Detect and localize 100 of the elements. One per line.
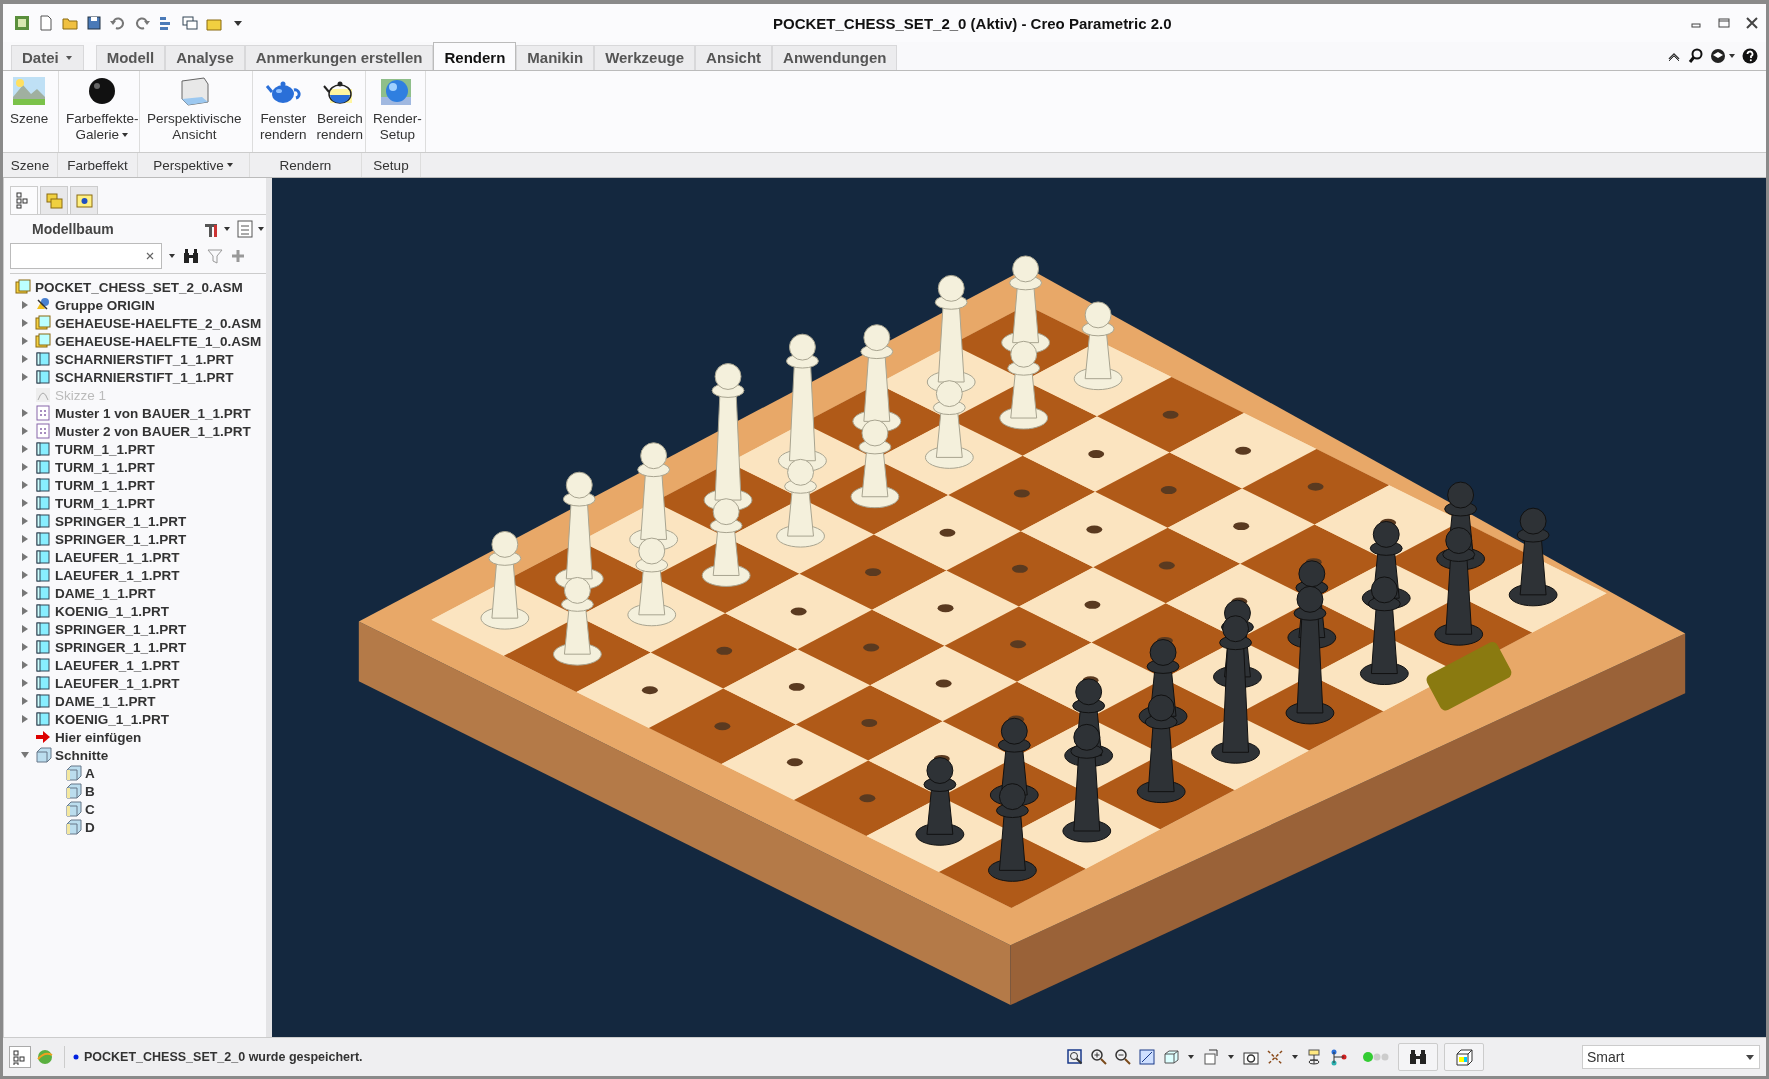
tree-item[interactable]: GEHAEUSE-HAELFTE_1_0.ASM xyxy=(55,333,262,349)
ribbon-tab[interactable]: Rendern xyxy=(433,42,517,70)
collapsed-arrow-icon[interactable] xyxy=(20,570,30,580)
maximize-icon[interactable] xyxy=(1716,15,1732,31)
close-icon[interactable] xyxy=(1744,15,1760,31)
3d-viewport[interactable] xyxy=(272,178,1766,1037)
clear-icon[interactable] xyxy=(145,251,155,261)
group-label-button[interactable]: Farbeffekt xyxy=(58,153,138,177)
ribbon-tab[interactable]: Werkzeuge xyxy=(594,45,696,70)
tree-item[interactable]: Hier einfügen xyxy=(55,729,142,745)
ribbon-tab[interactable]: Analyse xyxy=(165,45,245,70)
ribbon-button[interactable]: Render- Setup xyxy=(368,71,427,152)
collapsed-arrow-icon[interactable] xyxy=(20,678,30,688)
connector-icon[interactable] xyxy=(1330,1048,1348,1066)
selection-filter-dropdown[interactable]: Smart xyxy=(1582,1045,1760,1069)
tree-item[interactable]: A xyxy=(85,765,95,781)
ribbon-tab[interactable]: Manikin xyxy=(516,45,595,70)
ribbon-tab[interactable]: Ansicht xyxy=(695,45,773,70)
save-icon[interactable] xyxy=(85,14,103,32)
tree-item[interactable]: TURM_1_1.PRT xyxy=(55,459,155,475)
tree-item[interactable]: Gruppe ORIGIN xyxy=(55,297,155,313)
tree-toggle-button[interactable] xyxy=(9,1046,31,1068)
ribbon-button[interactable]: Fenster rendern xyxy=(255,71,312,152)
collapsed-arrow-icon[interactable] xyxy=(20,336,30,346)
tree-item[interactable]: LAEUFER_1_1.PRT xyxy=(55,549,180,565)
collapsed-arrow-icon[interactable] xyxy=(20,588,30,598)
expanded-arrow-icon[interactable] xyxy=(20,750,30,760)
collapsed-arrow-icon[interactable] xyxy=(20,714,30,724)
ribbon-button[interactable]: Perspektivische Ansicht xyxy=(142,71,247,152)
tree-item[interactable]: LAEUFER_1_1.PRT xyxy=(55,657,180,673)
collapsed-arrow-icon[interactable] xyxy=(20,606,30,616)
search-field[interactable] xyxy=(10,243,162,269)
ribbon-tab[interactable]: Modell xyxy=(95,45,166,70)
panel-tab[interactable] xyxy=(10,186,38,214)
collapsed-arrow-icon[interactable] xyxy=(20,480,30,490)
cube-icon[interactable] xyxy=(1162,1048,1180,1066)
list-settings-icon[interactable] xyxy=(236,219,266,239)
add-icon[interactable] xyxy=(230,248,246,264)
tree-item[interactable]: SCHARNIERSTIFT_1_1.PRT xyxy=(55,369,234,385)
zoom-out-icon[interactable] xyxy=(1114,1048,1132,1066)
collapsed-arrow-icon[interactable] xyxy=(20,426,30,436)
tree-item[interactable]: TURM_1_1.PRT xyxy=(55,441,155,457)
collapsed-arrow-icon[interactable] xyxy=(20,660,30,670)
tree-item[interactable]: KOENIG_1_1.PRT xyxy=(55,711,170,727)
undo-icon[interactable] xyxy=(109,14,127,32)
tree-item[interactable]: C xyxy=(85,801,95,817)
geometry-filter-button[interactable] xyxy=(1444,1043,1484,1071)
collapsed-arrow-icon[interactable] xyxy=(20,408,30,418)
tree-item[interactable]: D xyxy=(85,819,95,835)
zoom-fit-icon[interactable] xyxy=(1066,1048,1084,1066)
tree-item[interactable]: DAME_1_1.PRT xyxy=(55,693,156,709)
group-label-button[interactable]: Perspektive xyxy=(138,153,250,177)
zoom-in-icon[interactable] xyxy=(1090,1048,1108,1066)
tree-item[interactable]: SPRINGER_1_1.PRT xyxy=(55,513,187,529)
collapsed-arrow-icon[interactable] xyxy=(20,516,30,526)
collapsed-arrow-icon[interactable] xyxy=(20,372,30,382)
tree-item[interactable]: TURM_1_1.PRT xyxy=(55,477,155,493)
tree-item[interactable]: LAEUFER_1_1.PRT xyxy=(55,675,180,691)
tree-item[interactable]: SCHARNIERSTIFT_1_1.PRT xyxy=(55,351,234,367)
collapsed-arrow-icon[interactable] xyxy=(20,318,30,328)
tree-item[interactable]: TURM_1_1.PRT xyxy=(55,495,155,511)
panel-tab[interactable] xyxy=(70,186,98,214)
tree-item[interactable]: Muster 1 von BAUER_1_1.PRT xyxy=(55,405,251,421)
windows-icon[interactable] xyxy=(181,14,199,32)
collapsed-arrow-icon[interactable] xyxy=(20,642,30,652)
tree-item[interactable]: SPRINGER_1_1.PRT xyxy=(55,531,187,547)
help-icon[interactable] xyxy=(1742,48,1758,64)
group-label-button[interactable]: Setup xyxy=(362,153,421,177)
ribbon-button[interactable]: Farbeffekte- Galerie xyxy=(61,71,144,152)
group-label-button[interactable]: Szene xyxy=(3,153,58,177)
tree-item[interactable]: POCKET_CHESS_SET_2_0.ASM xyxy=(35,279,243,295)
ribbon-button[interactable]: Bereich rendern xyxy=(311,71,369,152)
tree-item[interactable]: SPRINGER_1_1.PRT xyxy=(55,621,187,637)
new-file-icon[interactable] xyxy=(37,14,55,32)
tree-item[interactable]: GEHAEUSE-HAELFTE_2_0.ASM xyxy=(55,315,262,331)
tree-item[interactable]: LAEUFER_1_1.PRT xyxy=(55,567,180,583)
search-icon[interactable] xyxy=(1688,48,1704,64)
app-icon[interactable] xyxy=(13,14,31,32)
tree-item[interactable]: SPRINGER_1_1.PRT xyxy=(55,639,187,655)
ribbon-tab[interactable]: Anmerkungen erstellen xyxy=(244,45,434,70)
collapsed-arrow-icon[interactable] xyxy=(20,300,30,310)
ribbon-tab[interactable]: Anwendungen xyxy=(772,45,898,70)
collapsed-arrow-icon[interactable] xyxy=(20,624,30,634)
collapsed-arrow-icon[interactable] xyxy=(20,354,30,364)
group-label-button[interactable]: Rendern xyxy=(250,153,362,177)
tree-item[interactable]: Muster 2 von BAUER_1_1.PRT xyxy=(55,423,251,439)
find-button[interactable] xyxy=(1398,1043,1438,1071)
collapsed-arrow-icon[interactable] xyxy=(20,444,30,454)
tree-item[interactable]: B xyxy=(85,783,95,799)
binoculars-icon[interactable] xyxy=(182,247,200,265)
tree-item[interactable]: KOENIG_1_1.PRT xyxy=(55,603,170,619)
tree-item[interactable]: DAME_1_1.PRT xyxy=(55,585,156,601)
collapsed-arrow-icon[interactable] xyxy=(20,534,30,544)
file-menu[interactable]: Datei xyxy=(11,45,84,70)
collapsed-arrow-icon[interactable] xyxy=(20,462,30,472)
caret-icon[interactable] xyxy=(168,252,176,260)
ribbon-button[interactable]: Szene xyxy=(5,71,54,152)
redo-icon[interactable] xyxy=(133,14,151,32)
collapsed-arrow-icon[interactable] xyxy=(20,696,30,706)
collapsed-arrow-icon[interactable] xyxy=(20,498,30,508)
